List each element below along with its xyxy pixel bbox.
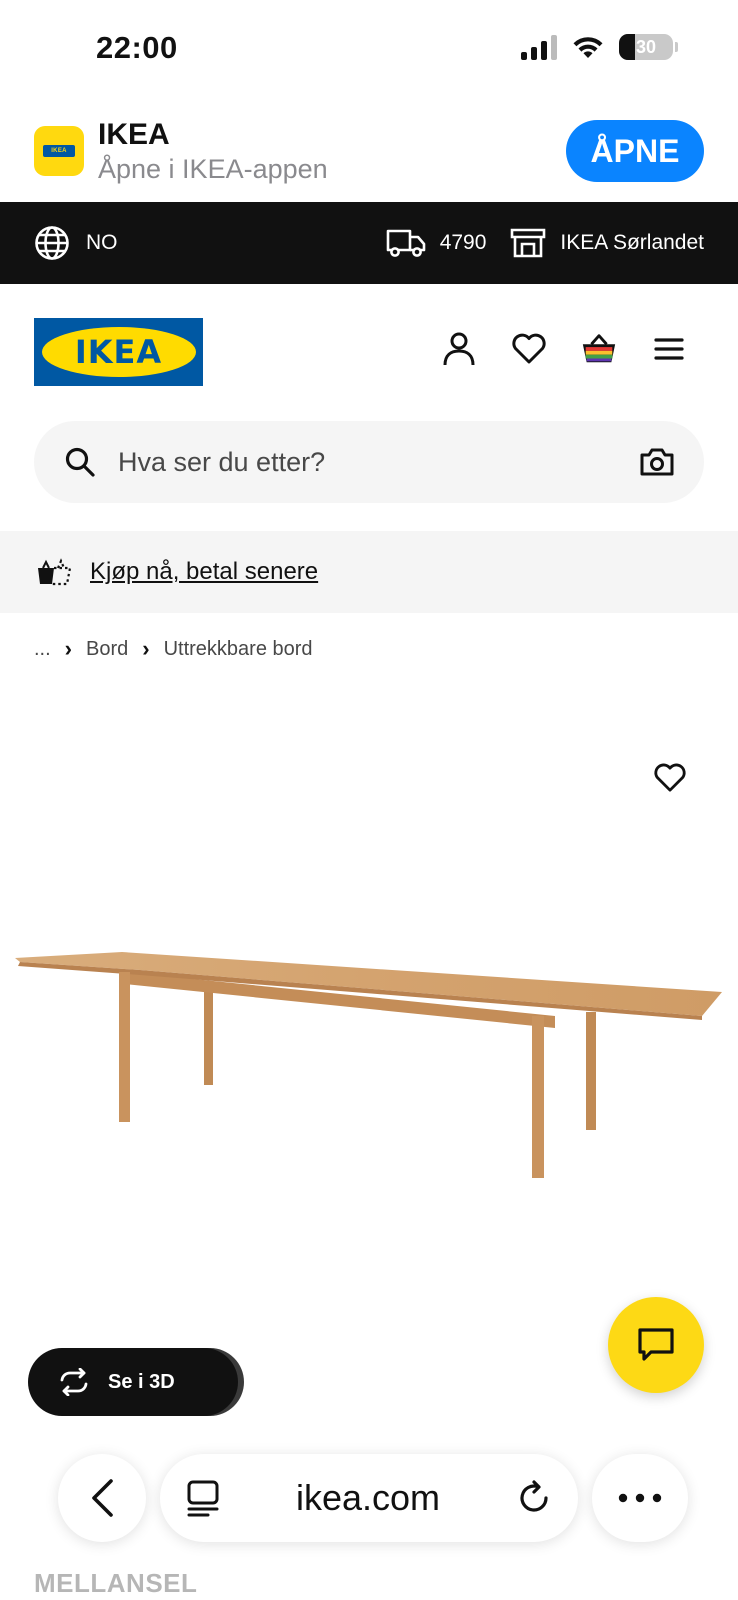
breadcrumb-separator-icon: › (64, 636, 72, 661)
app-subtitle: Åpne i IKEA-appen (98, 154, 328, 184)
search-icon (65, 447, 95, 477)
top-bar: NO 4790 IKEA Sørlandet (0, 202, 738, 284)
view-in-3d-button[interactable]: Se i 3D (28, 1348, 238, 1416)
buy-now-pay-later-link[interactable]: Kjøp nå, betal senere (90, 558, 318, 586)
header-actions (440, 330, 688, 368)
logo-text: IKEA (74, 333, 163, 371)
battery-icon: 30 (619, 34, 673, 60)
delivery-truck-icon[interactable] (386, 227, 426, 259)
globe-icon (35, 226, 69, 260)
tabs-icon[interactable] (186, 1479, 220, 1517)
wifi-icon (573, 37, 603, 58)
store-icon (511, 228, 546, 258)
breadcrumb-separator-icon: › (142, 636, 150, 661)
chat-icon (638, 1328, 674, 1361)
app-name: IKEA (98, 118, 170, 151)
language-code: NO (86, 231, 118, 254)
ikea-logo[interactable]: IKEA (34, 318, 203, 386)
search-input[interactable] (118, 446, 640, 478)
battery-tip (675, 42, 678, 52)
status-bar: 22:00 30 (0, 0, 738, 100)
menu-hamburger-icon[interactable] (650, 330, 688, 368)
store-selector[interactable]: IKEA Sørlandet (510, 227, 704, 259)
shopping-bag-icon[interactable] (580, 330, 618, 368)
open-app-button[interactable]: ÅPNE (566, 120, 704, 182)
more-dots-icon (618, 1493, 662, 1503)
reload-icon[interactable] (516, 1480, 552, 1516)
breadcrumb: ... › Bord › Uttrekkbare bord (34, 636, 313, 662)
postal-code[interactable]: 4790 (440, 231, 487, 255)
wishlist-heart-icon[interactable] (510, 330, 548, 368)
promo-banner: Kjøp nå, betal senere (0, 531, 738, 613)
view-in-3d-label: Se i 3D (108, 1370, 175, 1393)
cellular-signal-icon (521, 34, 557, 60)
chevron-left-icon (92, 1479, 113, 1517)
breadcrumb-item-bord[interactable]: Bord (86, 638, 128, 661)
breadcrumb-item-uttrekkbare-bord[interactable]: Uttrekkbare bord (164, 638, 313, 661)
ikea-app-icon[interactable]: IKEA (34, 126, 84, 176)
app-icon-text: IKEA (51, 148, 67, 154)
pay-later-icon (38, 558, 72, 586)
chat-button[interactable] (608, 1297, 704, 1393)
product-table-image (15, 952, 722, 1178)
status-icons: 30 (521, 34, 678, 60)
camera-search-icon[interactable] (640, 447, 674, 477)
product-name: MELLANSEL (34, 1568, 198, 1598)
back-button[interactable] (58, 1454, 146, 1542)
store-name: IKEA Sørlandet (560, 231, 704, 254)
url-text: ikea.com (295, 1477, 441, 1518)
status-time: 22:00 (96, 30, 178, 65)
search-bar[interactable] (34, 421, 704, 503)
breadcrumb-ellipsis[interactable]: ... (34, 638, 51, 661)
browser-toolbar: ikea.com (0, 1454, 738, 1544)
product-image-area[interactable] (0, 690, 738, 1410)
battery-level: 30 (635, 36, 657, 57)
address-bar[interactable]: ikea.com (160, 1454, 578, 1542)
account-icon[interactable] (440, 330, 478, 368)
rotate-3d-icon (60, 1368, 88, 1396)
more-options-button[interactable] (592, 1454, 688, 1542)
language-selector[interactable]: NO (34, 225, 118, 261)
app-banner: IKEA IKEA Åpne i IKEA-appen ÅPNE (0, 100, 738, 202)
site-header: IKEA (0, 284, 738, 418)
